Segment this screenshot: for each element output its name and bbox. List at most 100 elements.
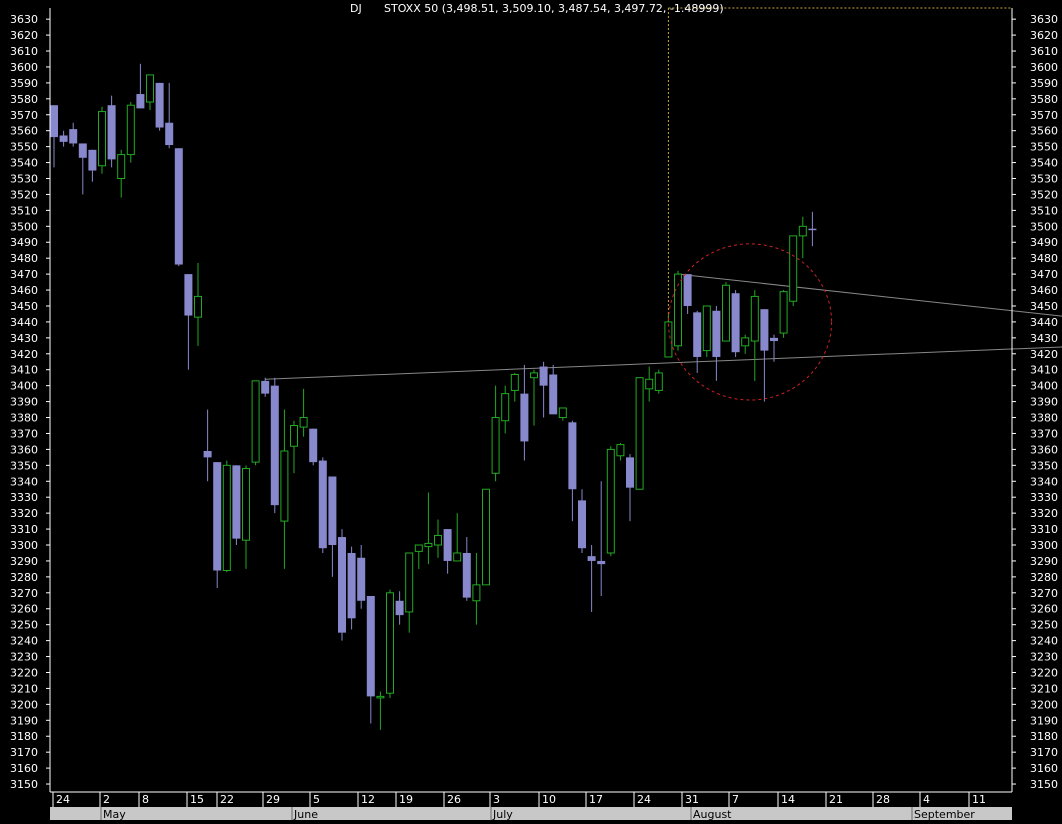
x-tick-label-month: June — [293, 808, 318, 820]
y-tick-label-left: 3550 — [10, 141, 38, 154]
y-tick-label-left: 3610 — [10, 45, 38, 58]
stoxx50-candlestick-chart: DJ STOXX 50 (3,498.51, 3,509.10, 3,487.5… — [0, 0, 1062, 821]
y-tick-label-left: 3270 — [10, 587, 38, 600]
candle-body-up — [482, 488, 490, 586]
y-tick-label-right: 3500 — [1030, 220, 1058, 233]
y-tick-label-left: 3220 — [10, 666, 38, 679]
y-tick-label-left: 3350 — [10, 459, 38, 472]
y-tick-label-left: 3490 — [10, 236, 38, 249]
candle-body-down — [568, 422, 577, 490]
x-tick-label-day: 7 — [732, 793, 739, 806]
candle-body-up — [146, 74, 154, 103]
y-tick-label-right: 3230 — [1030, 651, 1058, 664]
candle-body-down — [731, 293, 740, 353]
candle-body-up — [280, 450, 289, 522]
candle-body-up — [654, 372, 663, 391]
y-tick-label-left: 3510 — [10, 204, 38, 217]
candle-body-down — [318, 460, 327, 549]
candle-body-up — [194, 295, 202, 318]
y-tick-label-right: 3290 — [1030, 555, 1058, 568]
x-tick-label-day: 28 — [876, 793, 890, 806]
y-tick-label-right: 3360 — [1030, 443, 1058, 456]
y-tick-label-left: 3370 — [10, 427, 38, 440]
candle-body-up — [558, 407, 567, 419]
candle-body-down — [597, 560, 606, 565]
candle-body-down — [539, 366, 548, 386]
y-tick-label-right: 3310 — [1030, 523, 1058, 536]
x-tick-label-day: 29 — [266, 793, 280, 806]
candle-body-up — [98, 111, 106, 167]
candle-body-down — [165, 122, 174, 146]
y-tick-label-right: 3280 — [1030, 571, 1058, 584]
y-tick-label-left: 3200 — [10, 698, 38, 711]
candle-body-up — [414, 544, 423, 552]
candle-body-up — [501, 393, 510, 422]
y-tick-label-right: 3420 — [1030, 348, 1058, 361]
y-tick-label-left: 3440 — [10, 316, 38, 329]
y-tick-label-right: 3240 — [1030, 635, 1058, 648]
candle-body-down — [261, 380, 270, 394]
y-tick-label-left: 3300 — [10, 539, 38, 552]
y-tick-label-left: 3280 — [10, 571, 38, 584]
y-tick-label-left: 3600 — [10, 61, 38, 74]
y-tick-label-left: 3250 — [10, 619, 38, 632]
y-tick-label-left: 3210 — [10, 682, 38, 695]
x-tick-label-month: September — [914, 808, 975, 820]
y-tick-label-right: 3400 — [1030, 380, 1058, 393]
candle-body-down — [107, 105, 116, 160]
candle-body-up — [741, 337, 750, 347]
y-tick-label-left: 3180 — [10, 730, 38, 743]
candle-body-up — [664, 321, 673, 358]
y-tick-label-right: 3260 — [1030, 603, 1058, 616]
y-tick-label-left: 3230 — [10, 651, 38, 664]
y-tick-label-right: 3160 — [1030, 762, 1058, 775]
y-tick-label-left: 3570 — [10, 109, 38, 122]
candle-body-up — [405, 552, 414, 613]
candle-body-up — [386, 592, 394, 694]
x-tick-label-day: 15 — [190, 793, 204, 806]
x-tick-label-day: 19 — [399, 793, 413, 806]
y-tick-label-left: 3480 — [10, 252, 38, 265]
y-tick-label-right: 3430 — [1030, 332, 1058, 345]
y-tick-label-right: 3300 — [1030, 539, 1058, 552]
y-tick-label-left: 3150 — [10, 778, 38, 791]
candle-body-up — [702, 305, 711, 352]
y-tick-label-left: 3290 — [10, 555, 38, 568]
candle-body-up — [645, 378, 654, 390]
y-tick-label-right: 3250 — [1030, 619, 1058, 632]
candle-body-up — [242, 468, 250, 541]
candle-body-down — [155, 82, 164, 128]
candle-body-up — [222, 464, 231, 572]
y-tick-label-right: 3610 — [1030, 45, 1058, 58]
chart-canvas: DJ STOXX 50 (3,498.51, 3,509.10, 3,487.5… — [0, 0, 1062, 821]
y-tick-label-right: 3550 — [1030, 141, 1058, 154]
candle-body-down — [693, 312, 702, 357]
candle-body-down — [328, 476, 337, 546]
y-tick-label-left: 3320 — [10, 507, 38, 520]
y-tick-label-right: 3390 — [1030, 396, 1058, 409]
x-tick-label-day: 24 — [637, 793, 651, 806]
candle-body-up — [126, 104, 135, 156]
candle-body-up — [510, 374, 519, 391]
candle-body-down — [712, 310, 721, 357]
candle-body-down — [270, 385, 279, 506]
candle-body-up — [251, 380, 260, 463]
y-tick-label-right: 3150 — [1030, 778, 1058, 791]
candle-body-up — [453, 552, 462, 562]
y-tick-label-right: 3470 — [1030, 268, 1058, 281]
y-tick-label-left: 3420 — [10, 348, 38, 361]
x-tick-label-day: 10 — [542, 793, 556, 806]
candle-body-down — [760, 309, 769, 351]
y-tick-label-right: 3480 — [1030, 252, 1058, 265]
x-tick-label-day: 22 — [220, 793, 234, 806]
y-tick-label-right: 3530 — [1030, 173, 1058, 186]
x-tick-label-day: 11 — [972, 793, 986, 806]
y-tick-label-left: 3500 — [10, 220, 38, 233]
y-tick-label-right: 3540 — [1030, 157, 1058, 170]
y-tick-label-right: 3590 — [1030, 77, 1058, 90]
month-bar — [50, 807, 1012, 820]
y-tick-label-left: 3560 — [10, 125, 38, 138]
x-tick-label-day: 21 — [829, 793, 843, 806]
candle-body-up — [722, 284, 730, 342]
candle-body-down — [338, 537, 346, 633]
